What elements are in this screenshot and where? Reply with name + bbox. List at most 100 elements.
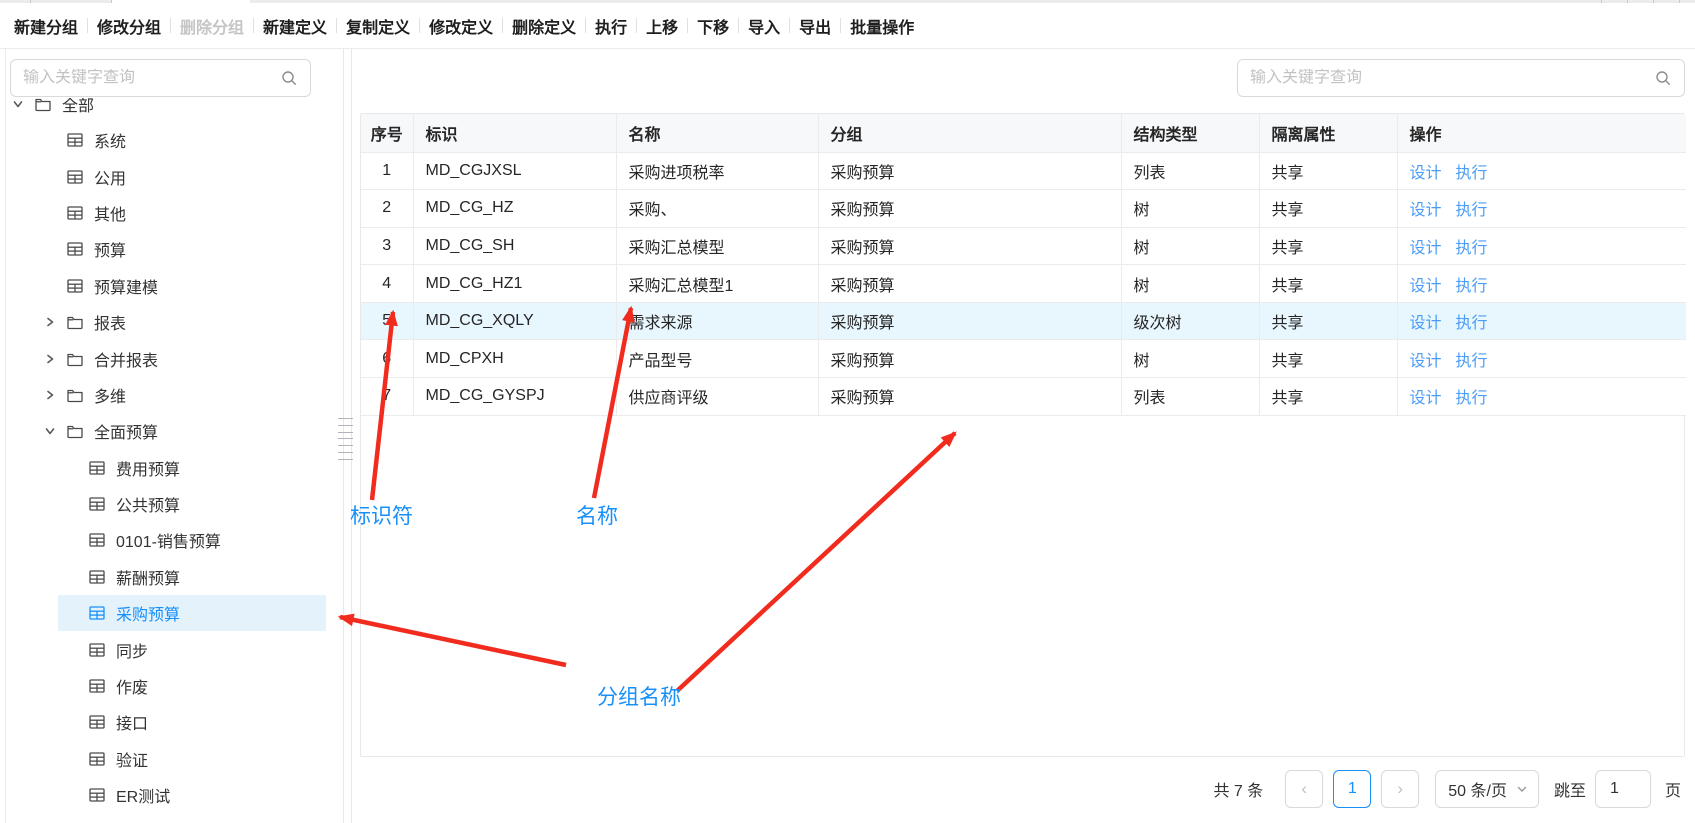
cell-name: 采购汇总模型	[616, 227, 818, 265]
tree-item[interactable]: 合并报表	[0, 340, 338, 376]
toolbar-button-1[interactable]: 新建分组	[14, 14, 78, 38]
table-row[interactable]: 2MD_CG_HZ采购、采购预算树共享设计执行	[361, 190, 1686, 228]
toolbar-separator	[170, 18, 171, 33]
table-icon	[88, 786, 106, 804]
table-icon	[66, 131, 84, 149]
cell-index: 1	[361, 152, 413, 190]
toolbar-button-3: 删除分组	[180, 14, 244, 38]
tree-item[interactable]: 其他	[0, 195, 338, 231]
cell-operations: 设计执行	[1397, 152, 1686, 190]
design-link[interactable]: 设计	[1410, 353, 1442, 370]
cell-group: 采购预算	[818, 190, 1121, 228]
tree-item[interactable]: 采购预算	[0, 595, 338, 631]
sidebar-panel: 全部 系统公用其他预算预算建模报表合并报表多维全面预算费用预算公共预算0101-…	[0, 49, 338, 823]
toolbar-button-12[interactable]: 导出	[799, 14, 831, 38]
design-link[interactable]: 设计	[1410, 202, 1442, 219]
table-row[interactable]: 4MD_CG_HZ1采购汇总模型1采购预算树共享设计执行	[361, 265, 1686, 303]
design-link[interactable]: 设计	[1410, 390, 1442, 407]
toolbar-button-7[interactable]: 删除定义	[512, 14, 576, 38]
tree-item[interactable]: 预算建模	[0, 268, 338, 304]
tree: 系统公用其他预算预算建模报表合并报表多维全面预算费用预算公共预算0101-销售预…	[0, 122, 338, 813]
tree-item-label: 预算建模	[94, 274, 158, 298]
jump-to-page-input[interactable]	[1595, 770, 1651, 808]
toolbar-button-6[interactable]: 修改定义	[429, 14, 493, 38]
cell-name: 需求来源	[616, 302, 818, 340]
tree-item[interactable]: 接口	[0, 704, 338, 740]
design-link[interactable]: 设计	[1410, 165, 1442, 182]
execute-link[interactable]: 执行	[1456, 240, 1488, 257]
main-search-box	[1237, 59, 1685, 97]
execute-link[interactable]: 执行	[1456, 353, 1488, 370]
main-search-input[interactable]	[1238, 69, 1654, 87]
prev-page-button[interactable]: ‹	[1285, 770, 1323, 808]
caret-right-icon[interactable]	[44, 353, 66, 365]
execute-link[interactable]: 执行	[1456, 278, 1488, 295]
design-link[interactable]: 设计	[1410, 240, 1442, 257]
toolbar-button-8[interactable]: 执行	[595, 14, 627, 38]
table-icon	[88, 568, 106, 586]
tree-item[interactable]: ER测试	[0, 777, 338, 813]
search-icon[interactable]	[1654, 69, 1672, 87]
cell-group: 采购预算	[818, 227, 1121, 265]
page-number-button[interactable]: 1	[1333, 770, 1371, 808]
caret-down-icon[interactable]	[44, 425, 66, 437]
table-icon	[88, 713, 106, 731]
tree-item[interactable]: 报表	[0, 304, 338, 340]
caret-right-icon[interactable]	[44, 389, 66, 401]
toolbar-button-4[interactable]: 新建定义	[263, 14, 327, 38]
next-page-button[interactable]: ›	[1381, 770, 1419, 808]
tree-item[interactable]: 0101-销售预算	[0, 522, 338, 558]
column-header: 结构类型	[1121, 114, 1259, 152]
page-size-value: 50 条/页	[1448, 777, 1507, 801]
splitter-grip[interactable]	[338, 418, 353, 460]
cell-index: 7	[361, 378, 413, 416]
tree-item[interactable]: 同步	[0, 631, 338, 667]
caret-down-icon[interactable]	[12, 98, 34, 110]
cell-structure-type: 树	[1121, 227, 1259, 265]
toolbar-button-9[interactable]: 上移	[646, 14, 678, 38]
execute-link[interactable]: 执行	[1456, 202, 1488, 219]
cell-identifier: MD_CG_SH	[413, 227, 616, 265]
execute-link[interactable]: 执行	[1456, 390, 1488, 407]
page-size-select[interactable]: 50 条/页	[1435, 770, 1539, 808]
toolbar-button-2[interactable]: 修改分组	[97, 14, 161, 38]
tree-item[interactable]: 公共预算	[0, 486, 338, 522]
table-row[interactable]: 3MD_CG_SH采购汇总模型采购预算树共享设计执行	[361, 227, 1686, 265]
toolbar-button-11[interactable]: 导入	[748, 14, 780, 38]
table-icon	[88, 677, 106, 695]
cell-isolation: 共享	[1259, 152, 1397, 190]
tree-item[interactable]: 多维	[0, 377, 338, 413]
tree-item[interactable]: 全部	[0, 98, 338, 122]
cell-operations: 设计执行	[1397, 227, 1686, 265]
toolbar-button-13[interactable]: 批量操作	[850, 14, 914, 38]
table-row[interactable]: 5MD_CG_XQLY需求来源采购预算级次树共享设计执行	[361, 302, 1686, 340]
tree-item[interactable]: 作废	[0, 668, 338, 704]
toolbar-button-5[interactable]: 复制定义	[346, 14, 410, 38]
search-icon[interactable]	[280, 69, 298, 87]
page-suffix-label: 页	[1665, 777, 1681, 801]
column-header: 分组	[818, 114, 1121, 152]
tree-item[interactable]: 全面预算	[0, 413, 338, 449]
table-row[interactable]: 7MD_CG_GYSPJ供应商评级采购预算列表共享设计执行	[361, 378, 1686, 416]
design-link[interactable]: 设计	[1410, 315, 1442, 332]
tree-item[interactable]: 验证	[0, 741, 338, 777]
tree-item-label: 其他	[94, 201, 126, 225]
toolbar-button-10[interactable]: 下移	[697, 14, 729, 38]
design-link[interactable]: 设计	[1410, 278, 1442, 295]
caret-right-icon[interactable]	[44, 316, 66, 328]
tree-item[interactable]: 公用	[0, 158, 338, 194]
tree-item[interactable]: 预算	[0, 231, 338, 267]
toolbar-separator	[253, 18, 254, 33]
chevron-right-icon: ›	[1397, 779, 1403, 799]
sidebar-search-input[interactable]	[11, 69, 280, 87]
cell-name: 采购汇总模型1	[616, 265, 818, 303]
cell-identifier: MD_CG_HZ	[413, 190, 616, 228]
tree-item-label: 全部	[62, 98, 94, 116]
execute-link[interactable]: 执行	[1456, 315, 1488, 332]
table-row[interactable]: 6MD_CPXH产品型号采购预算树共享设计执行	[361, 340, 1686, 378]
tree-item[interactable]: 系统	[0, 122, 338, 158]
tree-item[interactable]: 薪酬预算	[0, 559, 338, 595]
execute-link[interactable]: 执行	[1456, 165, 1488, 182]
table-row[interactable]: 1MD_CGJXSL采购进项税率采购预算列表共享设计执行	[361, 152, 1686, 190]
tree-item[interactable]: 费用预算	[0, 450, 338, 486]
